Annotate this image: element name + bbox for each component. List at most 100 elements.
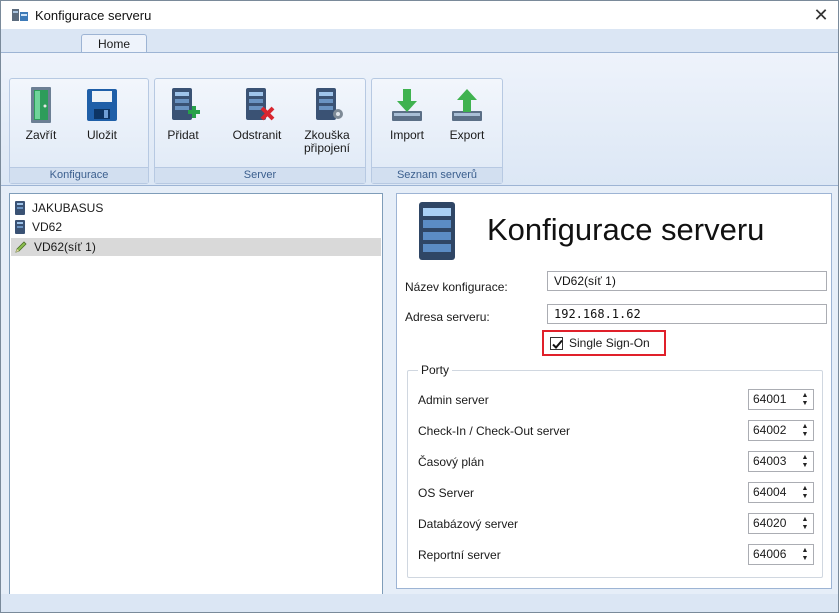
- checkmark-icon: [552, 339, 563, 349]
- spinner-arrows[interactable]: ▲ ▼: [797, 514, 813, 533]
- remove-server-label: Odstranit: [232, 128, 282, 142]
- ribbon-group-label-server-list: Seznam serverů: [372, 167, 502, 183]
- port-spinner[interactable]: 64003 ▲ ▼: [748, 451, 814, 472]
- floppy-disk-icon: [87, 89, 117, 121]
- window-title: Konfigurace serveru: [35, 7, 152, 23]
- ribbon-group-label-server: Server: [155, 167, 365, 183]
- server-icon: [15, 201, 25, 215]
- ports-groupbox: Porty Admin server 64001 ▲ ▼ Check-In / C…: [407, 363, 823, 578]
- test-connection-label-line2: připojení: [303, 141, 351, 155]
- tree-item-label: JAKUBASUS: [32, 201, 104, 215]
- ribbon-group-konfigurace: Zavřít Uložit Konfigurace: [9, 78, 149, 184]
- config-name-field[interactable]: VD62(síť 1): [547, 271, 827, 291]
- spin-down-icon[interactable]: ▼: [802, 555, 809, 563]
- title-bar: Konfigurace serveru ✕: [1, 1, 838, 29]
- server-config-panel: Konfigurace serveru Název konfigurace: V…: [396, 193, 832, 589]
- spinner-arrows[interactable]: ▲ ▼: [797, 483, 813, 502]
- ribbon-tab-strip: Home: [1, 29, 838, 53]
- remove-server-button[interactable]: Odstranit: [223, 85, 291, 142]
- port-value[interactable]: 64006: [749, 545, 797, 564]
- port-label: Databázový server: [418, 517, 519, 531]
- ribbon-group-server-list: Import Export Seznam serverů: [371, 78, 503, 184]
- spin-up-icon[interactable]: ▲: [802, 454, 809, 462]
- port-row-schedule: Časový plán 64003 ▲ ▼: [408, 451, 822, 473]
- import-arrow-icon: [392, 89, 422, 121]
- tab-home[interactable]: Home: [81, 34, 147, 53]
- spin-down-icon[interactable]: ▼: [802, 400, 809, 408]
- add-server-button[interactable]: Přidat: [161, 85, 205, 142]
- port-spinner[interactable]: 64001 ▲ ▼: [748, 389, 814, 410]
- port-spinner[interactable]: 64006 ▲ ▼: [748, 544, 814, 565]
- close-button[interactable]: ✕: [810, 4, 832, 26]
- spin-down-icon[interactable]: ▼: [802, 462, 809, 470]
- spin-up-icon[interactable]: ▲: [802, 547, 809, 555]
- address-field[interactable]: 192.168.1.62: [547, 304, 827, 324]
- single-sign-on-label: Single Sign-On: [569, 336, 650, 350]
- add-server-label: Přidat: [167, 128, 199, 142]
- port-label: Admin server: [418, 393, 489, 407]
- door-icon: [31, 87, 51, 123]
- server-tree[interactable]: JAKUBASUS VD62 VD62(síť 1): [9, 193, 383, 596]
- spin-up-icon[interactable]: ▲: [802, 423, 809, 431]
- server-large-icon: [419, 202, 455, 260]
- export-button[interactable]: Export: [438, 85, 496, 142]
- page-title: Konfigurace serveru: [487, 212, 765, 247]
- port-label: Check-In / Check-Out server: [418, 424, 571, 438]
- port-label: OS Server: [418, 486, 475, 500]
- import-label: Import: [389, 128, 424, 142]
- tree-item-label: VD62(síť 1): [34, 240, 96, 254]
- port-spinner[interactable]: 64004 ▲ ▼: [748, 482, 814, 503]
- save-label: Uložit: [86, 128, 117, 142]
- port-spinner[interactable]: 64020 ▲ ▼: [748, 513, 814, 534]
- tree-item-jakubasus[interactable]: JAKUBASUS: [14, 199, 103, 217]
- app-icon: [12, 9, 28, 21]
- spin-down-icon[interactable]: ▼: [802, 493, 809, 501]
- status-bar: [1, 594, 838, 612]
- spin-down-icon[interactable]: ▼: [802, 431, 809, 439]
- spin-up-icon[interactable]: ▲: [802, 392, 809, 400]
- ribbon-group-label-konfigurace: Konfigurace: [10, 167, 148, 183]
- port-row-checkin: Check-In / Check-Out server 64002 ▲ ▼: [408, 420, 822, 442]
- spinner-arrows[interactable]: ▲ ▼: [797, 545, 813, 564]
- port-label: Reportní server: [418, 548, 501, 562]
- port-row-report: Reportní server 64006 ▲ ▼: [408, 544, 822, 566]
- config-name-label: Název konfigurace:: [405, 280, 508, 294]
- port-label: Časový plán: [418, 455, 485, 469]
- ribbon: Zavřít Uložit Konfigurace Přidat Odstran…: [1, 52, 838, 186]
- server-test-icon: [316, 88, 343, 120]
- export-label: Export: [449, 128, 485, 142]
- port-value[interactable]: 64020: [749, 514, 797, 533]
- test-connection-label: Zkouška: [304, 128, 350, 142]
- tree-item-vd62[interactable]: VD62: [14, 218, 62, 236]
- import-button[interactable]: Import: [378, 85, 436, 142]
- address-label: Adresa serveru:: [405, 310, 490, 324]
- port-row-admin: Admin server 64001 ▲ ▼: [408, 389, 822, 411]
- checkbox-box[interactable]: [550, 336, 563, 350]
- ports-legend: Porty: [418, 363, 453, 377]
- port-row-os-server: OS Server 64004 ▲ ▼: [408, 482, 822, 504]
- port-value[interactable]: 64002: [749, 421, 797, 440]
- ribbon-group-server: Přidat Odstranit Zkouška připojení Serve…: [154, 78, 366, 184]
- spinner-arrows[interactable]: ▲ ▼: [797, 421, 813, 440]
- port-value[interactable]: 64003: [749, 452, 797, 471]
- server-icon: [15, 220, 25, 234]
- save-button[interactable]: Uložit: [74, 85, 130, 142]
- port-value[interactable]: 64001: [749, 390, 797, 409]
- test-connection-button[interactable]: Zkouška připojení: [295, 85, 359, 155]
- tree-item-vd62-sit1[interactable]: VD62(síť 1): [11, 238, 381, 256]
- port-spinner[interactable]: 64002 ▲ ▼: [748, 420, 814, 441]
- server-remove-icon: [246, 88, 275, 121]
- spinner-arrows[interactable]: ▲ ▼: [797, 452, 813, 471]
- spin-up-icon[interactable]: ▲: [802, 485, 809, 493]
- spinner-arrows[interactable]: ▲ ▼: [797, 390, 813, 409]
- port-row-database: Databázový server 64020 ▲ ▼: [408, 513, 822, 535]
- server-add-icon: [172, 88, 200, 120]
- port-value[interactable]: 64004: [749, 483, 797, 502]
- spin-down-icon[interactable]: ▼: [802, 524, 809, 532]
- close-config-button[interactable]: Zavřít: [16, 85, 66, 142]
- spin-up-icon[interactable]: ▲: [802, 516, 809, 524]
- single-sign-on-checkbox[interactable]: Single Sign-On: [542, 330, 666, 356]
- app-window: Konfigurace serveru ✕ Home Zavřít Uložit…: [0, 0, 839, 613]
- close-config-label: Zavřít: [25, 128, 57, 142]
- export-arrow-icon: [452, 89, 482, 121]
